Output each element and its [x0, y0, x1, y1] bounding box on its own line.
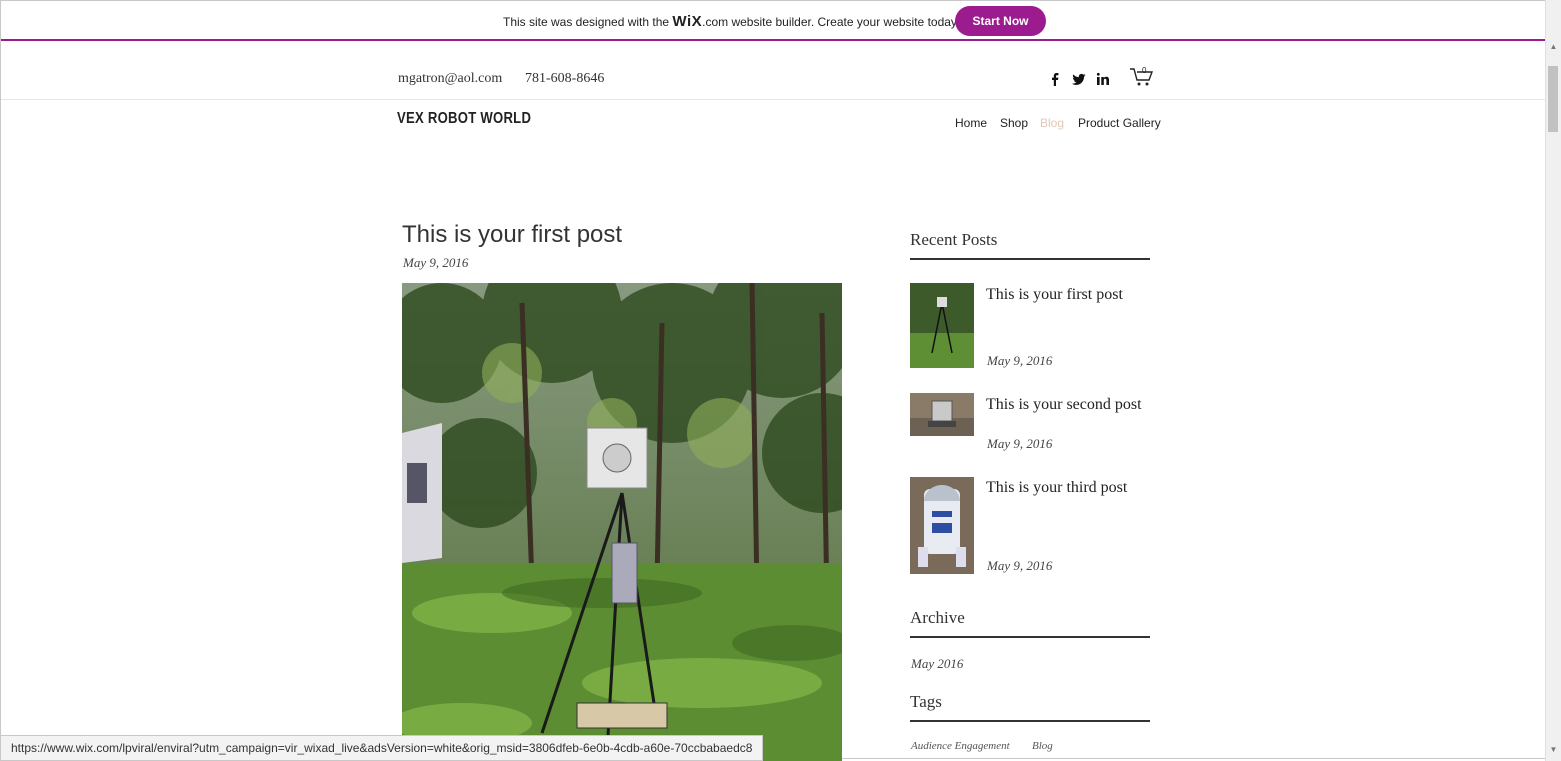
recent-posts-heading: Recent Posts: [910, 230, 998, 249]
recent-post-title[interactable]: This is your second post: [986, 394, 1156, 415]
tag-link[interactable]: Audience Engagement: [911, 740, 1010, 752]
recent-post-thumbnail[interactable]: [910, 477, 974, 574]
recent-post-title[interactable]: This is your third post: [986, 477, 1156, 498]
cart-count: 0: [1142, 66, 1147, 75]
nav-blog[interactable]: Blog: [1040, 116, 1064, 130]
post-image[interactable]: [402, 283, 842, 761]
scroll-up-arrow-icon[interactable]: ▲: [1546, 40, 1561, 54]
vertical-scrollbar[interactable]: ▲ ▼: [1545, 0, 1561, 761]
contact-phone: 781-608-8646: [525, 71, 605, 86]
linkedin-icon[interactable]: [1096, 72, 1110, 86]
recent-post-thumbnail[interactable]: [910, 393, 974, 436]
status-bar-url: https://www.wix.com/lpviral/enviral?utm_…: [0, 735, 764, 761]
archive-divider: [910, 636, 1150, 638]
tag-link[interactable]: Blog: [1032, 740, 1053, 752]
tags-heading: Tags: [910, 692, 942, 711]
start-now-button[interactable]: Start Now: [955, 6, 1046, 36]
banner-prefix: This site was designed with the: [503, 15, 673, 29]
facebook-icon[interactable]: [1048, 72, 1062, 86]
contact-bar: mgatron@aol.com 781-608-8646 0: [1, 41, 1545, 100]
banner-message: This site was designed with the WiX.com …: [503, 13, 959, 30]
nav-home[interactable]: Home: [955, 116, 987, 130]
scroll-down-arrow-icon[interactable]: ▼: [1546, 743, 1561, 757]
site-title[interactable]: VEX ROBOT WORLD: [397, 110, 531, 128]
recent-post-thumbnail[interactable]: [910, 283, 974, 368]
banner-suffix: .com website builder. Create your websit…: [702, 15, 960, 29]
tags-divider: [910, 720, 1150, 722]
recent-posts-divider: [910, 258, 1150, 260]
recent-post-date: May 9, 2016: [987, 558, 1053, 573]
wix-logo[interactable]: WiX: [672, 13, 702, 30]
archive-item[interactable]: May 2016: [911, 656, 963, 672]
recent-post-title[interactable]: This is your first post: [986, 284, 1156, 305]
archive-heading: Archive: [910, 608, 965, 627]
post-date: May 9, 2016: [403, 255, 469, 270]
wix-promo-banner: This site was designed with the WiX.com …: [1, 1, 1545, 41]
cart-icon[interactable]: 0: [1129, 65, 1155, 89]
twitter-icon[interactable]: [1072, 72, 1086, 86]
contact-email[interactable]: mgatron@aol.com: [398, 71, 502, 87]
recent-post-date: May 9, 2016: [987, 436, 1053, 451]
scrollbar-thumb[interactable]: [1548, 66, 1558, 132]
nav-product-gallery[interactable]: Product Gallery: [1078, 116, 1161, 130]
post-title[interactable]: This is your first post: [402, 221, 622, 249]
nav-shop[interactable]: Shop: [1000, 116, 1028, 130]
recent-post-date: May 9, 2016: [987, 353, 1053, 368]
